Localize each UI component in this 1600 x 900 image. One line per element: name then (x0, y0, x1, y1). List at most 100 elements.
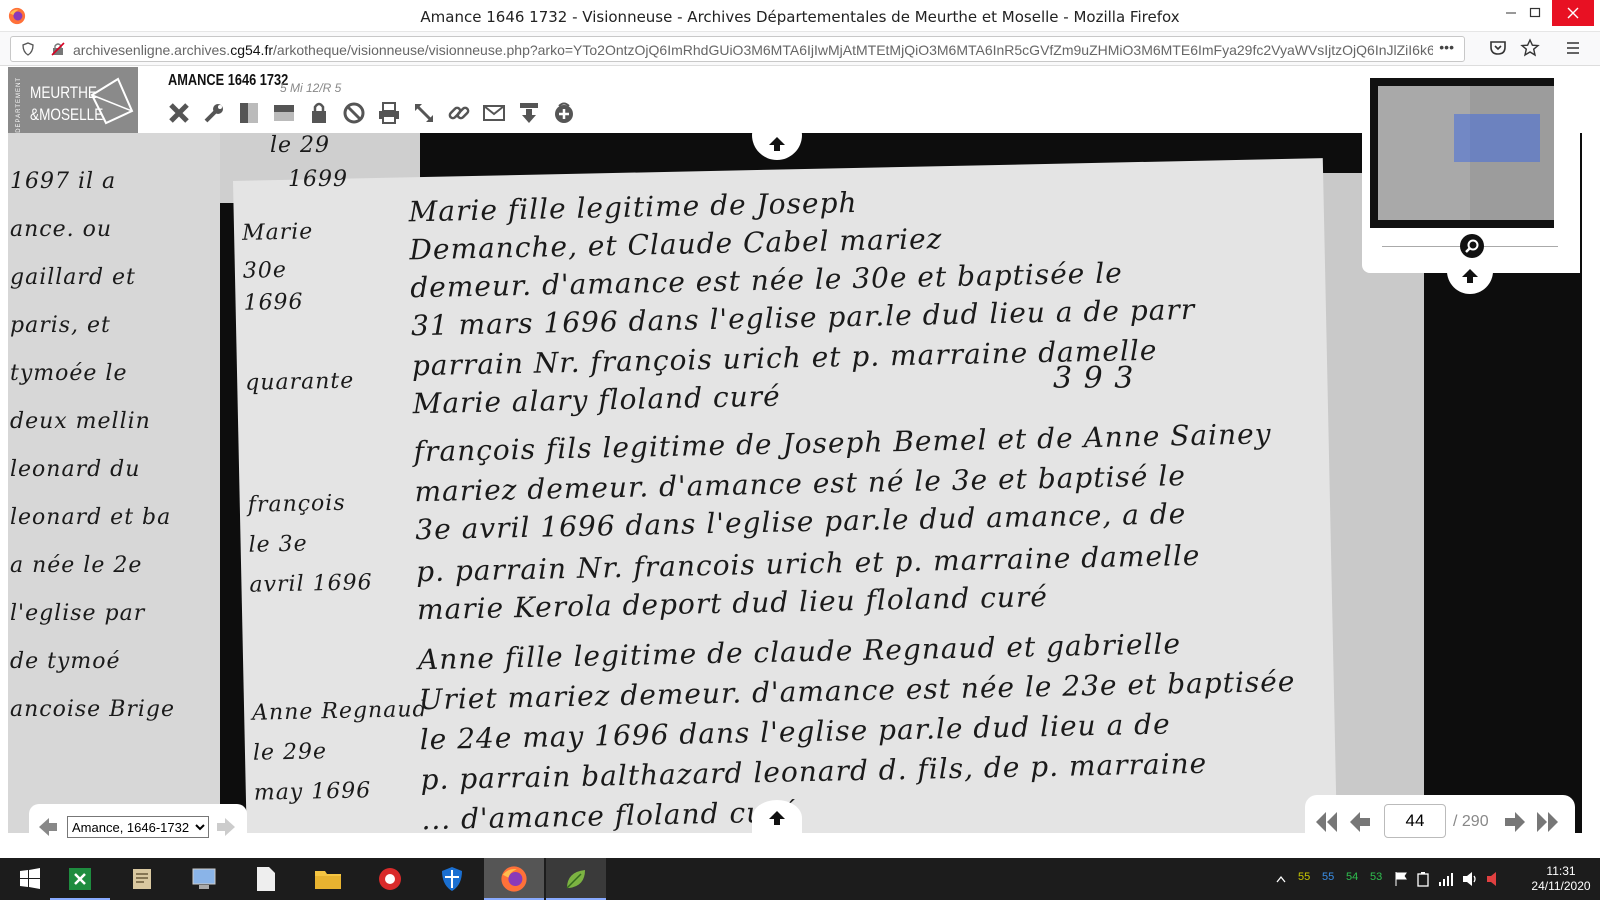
notepad-icon (133, 869, 151, 889)
signature-mark: 3 9 3 (1053, 361, 1135, 396)
arrow-up-icon (1462, 269, 1478, 283)
security-shield-icon (442, 867, 462, 891)
lock-icon (312, 102, 326, 123)
close-window-button[interactable] (1552, 0, 1594, 26)
margin-note: le 29e (252, 739, 328, 766)
arrow-up-icon (769, 811, 785, 825)
tray-value-3[interactable]: 54 (1346, 871, 1358, 883)
thumbnail-image[interactable] (1370, 78, 1554, 228)
taskbar-red-app[interactable] (360, 858, 420, 900)
tracking-shield-icon[interactable] (21, 42, 35, 56)
bookmark-star-icon[interactable] (1520, 38, 1540, 58)
lock-button[interactable] (306, 100, 332, 126)
tray-value-1[interactable]: 55 (1298, 871, 1310, 883)
taskbar-excel[interactable] (50, 858, 110, 900)
taskbar-firefox[interactable] (484, 858, 544, 900)
logo-shape-icon (90, 77, 134, 125)
column-icon (240, 103, 258, 123)
basket-button[interactable] (551, 100, 577, 126)
insecure-lock-icon[interactable] (51, 42, 65, 56)
page-navigator: / 290 (1305, 795, 1575, 849)
tray-value-2[interactable]: 55 (1322, 871, 1334, 883)
previous-page-icon[interactable] (1348, 810, 1374, 834)
settings-button[interactable] (201, 100, 227, 126)
speaker-icon[interactable] (1462, 871, 1478, 887)
download-icon (520, 103, 538, 123)
top-left-date-1: le 29 (270, 133, 331, 158)
margin-note: Marie (241, 219, 314, 246)
clock-time: 11:31 (1546, 864, 1576, 878)
left-page-line: gaillard et (10, 265, 136, 290)
left-page-line: paris, et (10, 313, 111, 338)
left-page-line: tymoée le (10, 361, 128, 386)
page-number-input[interactable] (1384, 804, 1446, 838)
restore-icon (1529, 7, 1541, 18)
taskbar-document[interactable] (236, 858, 296, 900)
horizontal-view-button[interactable] (271, 100, 297, 126)
vertical-view-button[interactable] (236, 100, 262, 126)
spreadsheet-app-icon (69, 868, 91, 890)
manuscript-line: Marie fille legitime de Joseph (408, 185, 858, 229)
row-icon (274, 105, 294, 121)
print-button[interactable] (376, 100, 402, 126)
first-page-icon[interactable] (1313, 810, 1339, 834)
department-logo[interactable]: DÉPARTEMENT MEURTHE &MOSELLE (8, 67, 138, 133)
scroll-down-button[interactable] (752, 800, 802, 836)
close-viewer-button[interactable] (166, 100, 192, 126)
battery-icon[interactable] (1416, 871, 1430, 887)
email-button[interactable] (481, 100, 507, 126)
next-fonds-icon[interactable] (215, 816, 237, 838)
margin-note: françois (247, 490, 346, 518)
address-bar[interactable]: archivesenligne.archives.cg54.fr/arkothe… (10, 36, 1465, 62)
scroll-up-button[interactable] (752, 110, 802, 160)
manuscript-line: parrain Nr. françois urich et p. marrain… (411, 333, 1158, 383)
taskbar-computer[interactable] (174, 858, 234, 900)
permalink-button[interactable] (446, 100, 472, 126)
fonds-dropdown[interactable]: Amance, 1646-1732 (67, 816, 209, 838)
resize-icon (415, 104, 433, 122)
hamburger-menu-icon[interactable] (1563, 38, 1583, 58)
maximize-button[interactable] (1518, 0, 1552, 26)
page-total: / 290 (1453, 813, 1489, 830)
close-icon (169, 103, 189, 123)
thumbnail-viewport-selector[interactable] (1454, 114, 1540, 162)
zoom-slider-handle[interactable] (1460, 234, 1484, 258)
show-hidden-icons-icon[interactable] (1276, 875, 1286, 883)
flag-icon[interactable] (1394, 871, 1408, 887)
document-title: AMANCE 1646 1732 (168, 72, 289, 89)
circular-app-icon (379, 868, 401, 890)
reset-button[interactable] (341, 100, 367, 126)
taskbar-leaf-app[interactable] (546, 858, 606, 900)
manuscript-line: p. parrain Nr. francois urich et p. marr… (415, 538, 1201, 589)
document-viewer[interactable]: 1697 il a ance. ou gaillard et paris, et tym… (8, 133, 1582, 833)
system-clock[interactable]: 11:31 24/11/2020 (1526, 864, 1596, 894)
thumbnail-navigator (1362, 68, 1580, 273)
mute-speaker-icon[interactable] (1486, 871, 1502, 887)
pocket-icon[interactable] (1488, 38, 1508, 58)
fonds-selector: Amance, 1646-1732 (29, 804, 247, 850)
tray-value-4[interactable]: 53 (1370, 871, 1382, 883)
taskbar-file-explorer[interactable] (298, 858, 358, 900)
taskbar-security[interactable] (422, 858, 482, 900)
window-title: Amance 1646 1732 - Visionneuse - Archive… (420, 8, 1180, 26)
page-actions-menu[interactable]: ••• (1439, 39, 1454, 55)
url-text[interactable]: archivesenligne.archives.cg54.fr/arkothe… (73, 42, 1433, 58)
document-reference: 5 Mi 12/R 5 (280, 81, 342, 95)
previous-fonds-icon[interactable] (37, 816, 59, 838)
manuscript-line: Demanche, et Claude Cabel mariez (409, 222, 943, 267)
left-page-line: ancoise Brige (10, 697, 176, 722)
fullscreen-button[interactable] (411, 100, 437, 126)
last-page-icon[interactable] (1535, 810, 1561, 834)
arrow-up-icon (769, 137, 785, 151)
manuscript-line: Marie alary floland curé (412, 379, 781, 421)
taskbar-notes-app[interactable] (112, 858, 172, 900)
left-page-line: l'eglise par (10, 601, 146, 626)
download-button[interactable] (516, 100, 542, 126)
margin-note: may 1696 (253, 778, 372, 806)
manuscript-line: ... d'amance floland curé (421, 795, 798, 833)
margin-note: Anne Regnaud (251, 697, 428, 726)
network-icon[interactable] (1438, 871, 1454, 887)
manuscript-line: marie Kerola deport dud lieu floland cur… (416, 580, 1049, 627)
close-icon (1567, 7, 1579, 19)
next-page-icon[interactable] (1501, 810, 1527, 834)
